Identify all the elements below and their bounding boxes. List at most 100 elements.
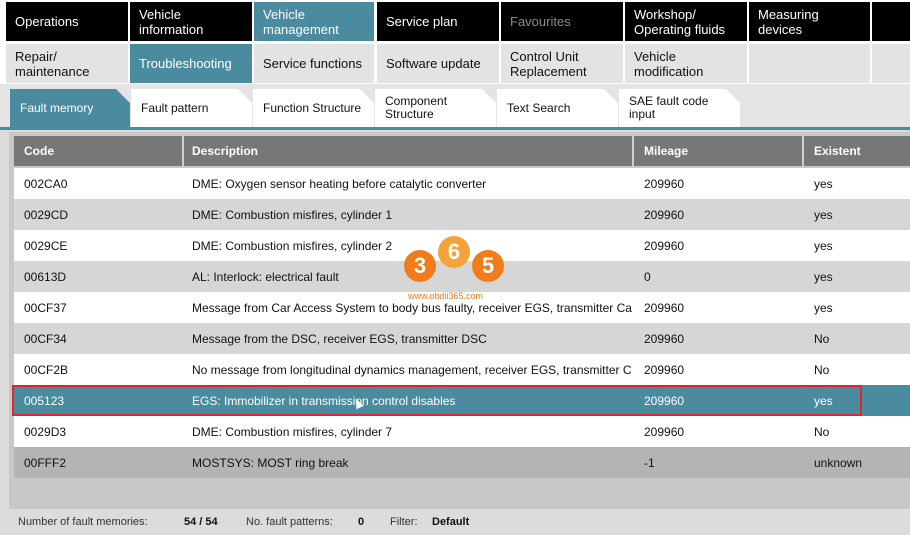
cell-existent: unknown — [814, 455, 863, 470]
subtab-software-update[interactable]: Software update — [377, 44, 499, 83]
subtab-empty — [872, 44, 910, 83]
fault-tabs: Fault memory Fault pattern Function Stru… — [0, 84, 910, 129]
watermark-digit: 3 — [404, 250, 436, 282]
subtab-repair-maintenance[interactable]: Repair/ maintenance — [6, 44, 128, 83]
tab-underline — [0, 127, 910, 130]
subtab-vehicle-modification[interactable]: Vehicle modification — [625, 44, 747, 83]
tab-function-structure[interactable]: Function Structure — [253, 89, 374, 127]
tab-text-search[interactable]: Text Search — [497, 89, 618, 127]
cell-mileage: 0 — [644, 269, 651, 284]
column-header-description[interactable]: Description — [184, 136, 634, 166]
cell-description: Message from the DSC, receiver EGS, tran… — [192, 331, 487, 346]
subtab-label: Control Unit Replacement — [510, 48, 587, 79]
subtab-label: Troubleshooting — [139, 56, 232, 71]
tab-label: SAE fault code input — [629, 94, 709, 121]
fault-patterns-label: No. fault patterns: — [246, 516, 333, 528]
cell-mileage: 209960 — [644, 300, 685, 315]
cell-description: DME: Oxygen sensor heating before cataly… — [192, 176, 487, 191]
table-row[interactable]: 00FFF2 MOSTSYS: MOST ring break -1 unkno… — [14, 447, 910, 478]
tab-vehicle-management[interactable]: Vehicle management — [254, 2, 374, 41]
watermark-logo: 3 6 5 www.obdii365.com — [400, 228, 510, 308]
subtab-label: Service functions — [263, 56, 362, 71]
subtab-label: Software update — [386, 56, 481, 71]
fault-memory-panel: Code Description Mileage Existent 002CA0… — [9, 132, 910, 509]
table-row[interactable]: 0029CD DME: Combustion misfires, cylinde… — [14, 199, 910, 230]
tab-component-structure[interactable]: Component Structure — [375, 89, 496, 127]
cell-code: 0029D3 — [24, 424, 67, 439]
subtab-control-unit-replacement[interactable]: Control Unit Replacement — [501, 44, 623, 83]
tab-label: Service plan — [386, 14, 458, 29]
table-header: Code Description Mileage Existent — [14, 136, 910, 166]
watermark-url: www.obdii365.com — [408, 291, 484, 301]
cell-existent: yes — [814, 238, 833, 253]
subtab-service-functions[interactable]: Service functions — [254, 44, 374, 83]
tab-label: Component Structure — [385, 94, 448, 121]
fault-patterns-value: 0 — [358, 516, 365, 528]
tab-label: Operations — [15, 14, 79, 29]
cell-code: 00CF34 — [24, 331, 67, 346]
cell-mileage: -1 — [644, 455, 655, 470]
tab-empty — [872, 2, 910, 41]
subtab-troubleshooting[interactable]: Troubleshooting — [130, 44, 252, 83]
cell-code: 00CF2B — [24, 362, 69, 377]
sub-navigation: Repair/ maintenance Troubleshooting Serv… — [0, 43, 910, 84]
tab-label: Text Search — [507, 100, 571, 115]
tab-label: Function Structure — [263, 100, 362, 115]
tab-favourites[interactable]: Favourites — [501, 2, 623, 41]
table-row[interactable]: 00CF34 Message from the DSC, receiver EG… — [14, 323, 910, 354]
tab-workshop-operating-fluids[interactable]: Workshop/ Operating fluids — [625, 2, 747, 41]
selection-highlight-box — [12, 385, 862, 416]
cell-existent: yes — [814, 269, 833, 284]
status-bar: Number of fault memories: 54 / 54 No. fa… — [0, 509, 910, 535]
cell-description: DME: Combustion misfires, cylinder 7 — [192, 424, 393, 439]
column-header-existent[interactable]: Existent — [804, 136, 910, 166]
watermark-digit: 5 — [472, 250, 504, 282]
cell-mileage: 209960 — [644, 424, 685, 439]
cell-mileage: 209960 — [644, 207, 685, 222]
cell-code: 0029CE — [24, 238, 68, 253]
cell-code: 002CA0 — [24, 176, 68, 191]
cell-code: 00613D — [24, 269, 67, 284]
cell-mileage: 209960 — [644, 362, 685, 377]
cell-description: MOSTSYS: MOST ring break — [192, 455, 349, 470]
tab-fault-memory[interactable]: Fault memory — [10, 89, 130, 127]
table-row[interactable]: 00CF2B No message from longitudinal dyna… — [14, 354, 910, 385]
cell-existent: yes — [814, 207, 833, 222]
tab-label: Fault memory — [20, 100, 94, 115]
cell-mileage: 209960 — [644, 176, 685, 191]
cell-existent: No — [814, 424, 830, 439]
cell-code: 00CF37 — [24, 300, 67, 315]
subtab-empty — [749, 44, 870, 83]
tab-operations[interactable]: Operations — [6, 2, 128, 41]
column-header-code[interactable]: Code — [14, 136, 184, 166]
tab-label: Workshop/ Operating fluids — [634, 6, 726, 37]
cell-existent: No — [814, 362, 830, 377]
subtab-label: Vehicle modification — [634, 48, 704, 79]
cell-mileage: 209960 — [644, 238, 685, 253]
tab-vehicle-information[interactable]: Vehicle information — [130, 2, 252, 41]
table-row[interactable]: 0029D3 DME: Combustion misfires, cylinde… — [14, 416, 910, 447]
table-row[interactable]: 002CA0 DME: Oxygen sensor heating before… — [14, 168, 910, 199]
cell-code: 00FFF2 — [24, 455, 67, 470]
filter-label: Filter: — [390, 516, 418, 528]
tab-service-plan[interactable]: Service plan — [377, 2, 499, 41]
tab-label: Vehicle management — [263, 6, 339, 37]
cell-description: DME: Combustion misfires, cylinder 1 — [192, 207, 393, 222]
tab-label: Fault pattern — [141, 100, 209, 115]
tab-label: Favourites — [510, 14, 571, 29]
watermark-digit: 6 — [438, 236, 470, 268]
main-navigation: Operations Vehicle information Vehicle m… — [0, 0, 910, 43]
tab-sae-fault-code-input[interactable]: SAE fault code input — [619, 89, 740, 127]
column-header-mileage[interactable]: Mileage — [634, 136, 804, 166]
tab-label: Vehicle information — [139, 6, 204, 37]
tab-label: Measuring devices — [758, 6, 819, 37]
fault-memories-value: 54 / 54 — [184, 516, 218, 528]
tab-measuring-devices[interactable]: Measuring devices — [749, 2, 870, 41]
cell-mileage: 209960 — [644, 331, 685, 346]
cell-existent: No — [814, 331, 830, 346]
cell-existent: yes — [814, 300, 833, 315]
fault-memories-label: Number of fault memories: — [18, 516, 148, 528]
tab-fault-pattern[interactable]: Fault pattern — [131, 89, 252, 127]
subtab-label: Repair/ maintenance — [15, 48, 90, 79]
cell-code: 0029CD — [24, 207, 69, 222]
